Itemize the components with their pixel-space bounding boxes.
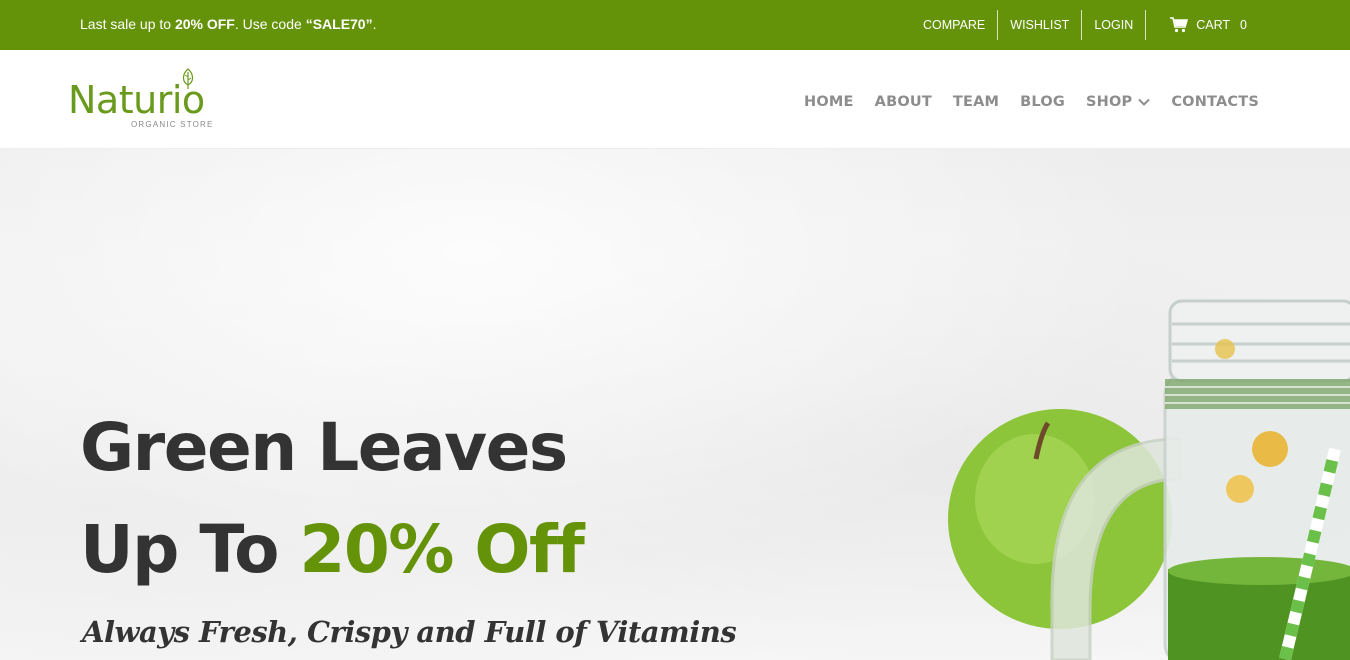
nav-team[interactable]: TEAM — [953, 94, 999, 110]
cart-count: 0 — [1240, 18, 1247, 32]
smoothie-jar-image — [948, 299, 1350, 660]
logo-subtitle: ORGANIC STORE — [131, 120, 214, 129]
hero-banner: Green Leaves Up To 20% Off Always Fresh,… — [0, 149, 1350, 660]
main-nav: HOME ABOUT TEAM BLOG SHOP CONTACTS — [804, 94, 1259, 110]
hero-title-line1: Green Leaves — [80, 409, 568, 486]
nav-home[interactable]: HOME — [804, 94, 854, 110]
nav-blog[interactable]: BLOG — [1020, 94, 1065, 110]
nav-shop-label: SHOP — [1085, 94, 1133, 110]
leaf-icon — [182, 68, 194, 89]
cart-link[interactable]: CART 0 — [1146, 10, 1259, 40]
nav-about[interactable]: ABOUT — [875, 94, 932, 110]
promo-code: “SALE70” — [305, 16, 373, 32]
hero-title: Green Leaves Up To 20% Off — [80, 397, 585, 601]
top-links: COMPARE WISHLIST LOGIN CART 0 — [911, 10, 1259, 40]
promo-prefix: Last sale up to — [80, 16, 175, 32]
chevron-down-icon — [1138, 98, 1151, 106]
compare-link[interactable]: COMPARE — [911, 10, 999, 40]
hero-title-line2: Up To 20% Off — [80, 499, 585, 601]
promo-middle: . Use code — [234, 16, 306, 32]
nav-shop[interactable]: SHOP — [1085, 94, 1151, 110]
cart-icon — [1170, 17, 1189, 33]
site-logo[interactable]: Naturio ORGANIC STORE — [68, 68, 228, 132]
promo-suffix: . — [372, 16, 377, 32]
nav-contacts[interactable]: CONTACTS — [1171, 94, 1259, 110]
top-bar: Last sale up to 20% OFF. Use code “SALE7… — [0, 0, 1350, 50]
promo-text: Last sale up to 20% OFF. Use code “SALE7… — [80, 16, 377, 32]
cart-label: CART — [1196, 18, 1231, 32]
promo-discount: 20% OFF — [174, 16, 235, 32]
hero-title-accent: 20% Off — [299, 511, 585, 588]
hero-title-prefix: Up To — [80, 511, 300, 588]
wishlist-link[interactable]: WISHLIST — [998, 10, 1083, 40]
login-link[interactable]: LOGIN — [1082, 10, 1147, 40]
hero-tagline: Always Fresh, Crispy and Full of Vitamin… — [82, 615, 737, 649]
site-header: Naturio ORGANIC STORE HOME ABOUT TEAM BL… — [0, 50, 1350, 149]
